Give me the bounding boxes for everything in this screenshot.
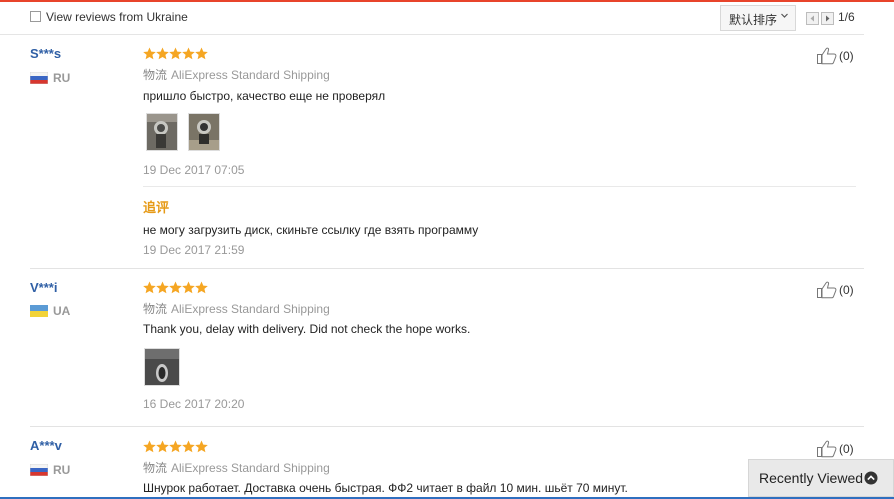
page-indicator: 1/6 <box>838 10 855 24</box>
review-date: 19 Dec 2017 07:05 <box>143 163 245 177</box>
thumbs-up-icon <box>817 47 837 65</box>
sort-dropdown-label: 默认排序 <box>729 13 778 27</box>
shipping-method: 物流 AliExpress Standard Shipping <box>143 459 330 476</box>
thumbs-up-icon <box>817 281 837 299</box>
rating-stars <box>143 47 208 60</box>
chevron-down-icon <box>781 13 788 18</box>
flag-ua-icon <box>30 305 48 317</box>
star-icon <box>169 281 182 294</box>
review-text: пришло быстро, качество еще не проверял <box>143 89 386 103</box>
star-icon <box>182 281 195 294</box>
rating-stars <box>143 440 208 453</box>
shipping-prefix: 物流 <box>143 302 168 316</box>
star-icon <box>169 47 182 60</box>
review-photo[interactable] <box>144 348 180 386</box>
star-icon <box>143 281 156 294</box>
review-text: Thank you, delay with delivery. Did not … <box>143 322 471 336</box>
review-filter-bar: View reviews from Ukraine 默认排序 1/6 <box>0 2 864 35</box>
reviewer-country: RU <box>53 463 71 477</box>
review-photo-image <box>189 114 219 150</box>
reviewer-country: UA <box>53 304 71 318</box>
additional-review-text: не могу загрузить диск, скиньте ссылку г… <box>143 223 479 237</box>
flag-ru-icon <box>30 72 48 84</box>
review-text: Шнурок работает. Доставка очень быстрая.… <box>143 481 628 495</box>
helpful-button[interactable]: (0) <box>817 281 857 299</box>
recently-viewed-panel[interactable]: Recently Viewed <box>748 459 894 497</box>
shipping-method: 物流 AliExpress Standard Shipping <box>143 66 330 83</box>
helpful-count: (0) <box>839 442 854 456</box>
chevron-up-circle-icon <box>864 471 878 485</box>
shipping-name: AliExpress Standard Shipping <box>171 68 330 82</box>
star-icon <box>195 47 208 60</box>
star-icon <box>156 281 169 294</box>
review-photo[interactable] <box>146 113 178 151</box>
shipping-name: AliExpress Standard Shipping <box>171 461 330 475</box>
ukraine-filter-label[interactable]: View reviews from Ukraine <box>46 10 188 24</box>
prev-page-button[interactable] <box>806 12 819 25</box>
shipping-method: 物流 AliExpress Standard Shipping <box>143 300 330 317</box>
review-photo-image <box>145 349 179 385</box>
thumbs-up-icon <box>817 440 837 458</box>
star-icon <box>143 440 156 453</box>
review-photo[interactable] <box>188 113 220 151</box>
star-icon <box>156 47 169 60</box>
rating-stars <box>143 281 208 294</box>
reviewer-name: S***s <box>30 46 62 61</box>
next-page-icon <box>826 15 830 22</box>
review-divider <box>30 268 864 269</box>
review-divider <box>30 426 864 427</box>
star-icon <box>169 440 182 453</box>
reviewer-name: V***i <box>30 280 58 295</box>
shipping-prefix: 物流 <box>143 68 168 82</box>
helpful-button[interactable]: (0) <box>817 47 857 65</box>
star-icon <box>182 440 195 453</box>
star-icon <box>156 440 169 453</box>
additional-review-label: 追评 <box>143 201 170 216</box>
flag-ru-icon <box>30 464 48 476</box>
reviewer-name: A***v <box>30 438 62 453</box>
recently-viewed-label: Recently Viewed <box>759 470 864 486</box>
helpful-button[interactable]: (0) <box>817 440 857 458</box>
additional-review-date: 19 Dec 2017 21:59 <box>143 243 245 257</box>
star-icon <box>182 47 195 60</box>
next-page-button[interactable] <box>821 12 834 25</box>
star-icon <box>195 440 208 453</box>
review-date: 16 Dec 2017 20:20 <box>143 397 245 411</box>
reviewer-country: RU <box>53 71 71 85</box>
ukraine-filter-checkbox[interactable] <box>30 11 41 22</box>
divider <box>143 186 856 187</box>
review-photo-image <box>147 114 177 150</box>
sort-dropdown[interactable]: 默认排序 <box>720 5 796 31</box>
star-icon <box>143 47 156 60</box>
shipping-prefix: 物流 <box>143 461 168 475</box>
helpful-count: (0) <box>839 283 854 297</box>
prev-page-icon <box>810 15 814 22</box>
star-icon <box>195 281 208 294</box>
shipping-name: AliExpress Standard Shipping <box>171 302 330 316</box>
helpful-count: (0) <box>839 49 854 63</box>
